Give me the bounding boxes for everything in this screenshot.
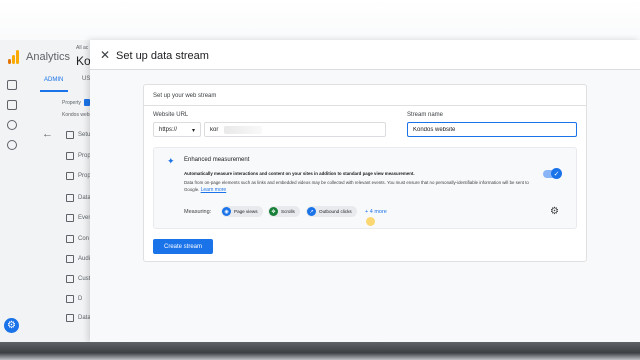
chevron-down-icon: ▾ [191,128,195,134]
sidebar-item-property[interactable]: Prop [66,152,91,160]
measuring-label: Measuring: [184,209,212,215]
panel-title: Set up data stream [116,50,209,62]
setup-data-stream-panel: ✕ Set up data stream Set up your web str… [90,40,640,342]
stream-name-label: Stream name [407,112,444,118]
analytics-logo-icon [8,50,20,64]
upload-icon [66,314,74,322]
tab-admin[interactable]: ADMIN [44,77,63,83]
enhanced-measurement-toggle[interactable]: ✓ [543,168,562,179]
sidebar-item-events[interactable]: Even [66,214,92,222]
admin-gear-icon[interactable]: ⚙ [4,318,19,333]
enhanced-measurement-description: Data from on-page elements such as links… [184,179,544,194]
enhanced-measurement-section: ✦ Enhanced measurement Automatically mea… [153,147,577,229]
stream-name-input[interactable] [407,122,577,137]
check-icon: ✓ [551,168,562,179]
chip-page-views: ◉ Page views [221,206,263,217]
people-icon [66,172,74,180]
panel-header: ✕ Set up data stream [90,40,640,70]
enhanced-measurement-title: Enhanced measurement [184,157,250,163]
url-redaction [224,126,262,134]
create-stream-button[interactable]: Create stream [153,239,213,254]
sparkle-icon: ✦ [167,156,175,166]
sidebar-item-audiences[interactable]: Audi [66,255,90,263]
account-label: All ac [76,45,89,51]
reports-icon[interactable] [7,100,17,110]
stream-icon [66,194,74,202]
property-name: Kondos webs [62,112,93,118]
expand-icon [66,295,74,303]
close-icon[interactable]: ✕ [100,49,110,61]
protocol-value: https:// [159,127,178,133]
gear-icon[interactable]: ⚙ [550,206,559,217]
sidebar-item-data-streams[interactable]: Data [66,194,91,202]
advertising-icon[interactable] [7,140,17,150]
back-arrow-icon[interactable]: ← [42,128,53,140]
document-icon [66,152,74,160]
cursor-icon: ↗ [307,207,316,216]
web-stream-card: Set up your web stream Website URL https… [143,84,587,262]
chip-scrolls: ✥ Scrolls [268,206,300,217]
explore-icon[interactable] [7,120,17,130]
events-icon [66,214,74,222]
app-title: Analytics [26,51,71,63]
tab-admin-underline [40,90,68,92]
scroll-icon: ✥ [269,207,278,216]
checklist-icon [66,131,74,139]
sidebar-item-data-display[interactable]: D [66,295,82,303]
home-icon[interactable] [7,80,17,90]
left-nav-rail [0,72,24,342]
eye-icon: ◉ [222,207,231,216]
learn-more-link[interactable]: Learn more [201,187,227,193]
sidebar-item-custom[interactable]: Cust [66,275,90,283]
description-text: Data from on-page elements such as links… [184,180,529,192]
property-label: Property [62,100,81,106]
more-measurements-link[interactable]: + 4 more [365,209,387,215]
enhanced-measurement-summary: Automatically measure interactions and c… [184,171,415,176]
sidebar-item-setup[interactable]: Setu [66,131,90,139]
audience-icon [66,255,74,263]
bottom-band [0,342,640,360]
sidebar-item-conversions[interactable]: Con [66,235,89,243]
card-divider [144,105,586,106]
mouse-cursor-highlight [366,217,375,226]
flag-icon [66,235,74,243]
sidebar-item-data-import[interactable]: Data [66,314,91,322]
protocol-select[interactable]: https:// ▾ [153,122,201,137]
custom-icon [66,275,74,283]
website-url-label: Website URL [153,112,189,118]
card-title: Set up your web stream [153,93,217,99]
chip-outbound-clicks: ↗ Outbound clicks [306,206,357,217]
